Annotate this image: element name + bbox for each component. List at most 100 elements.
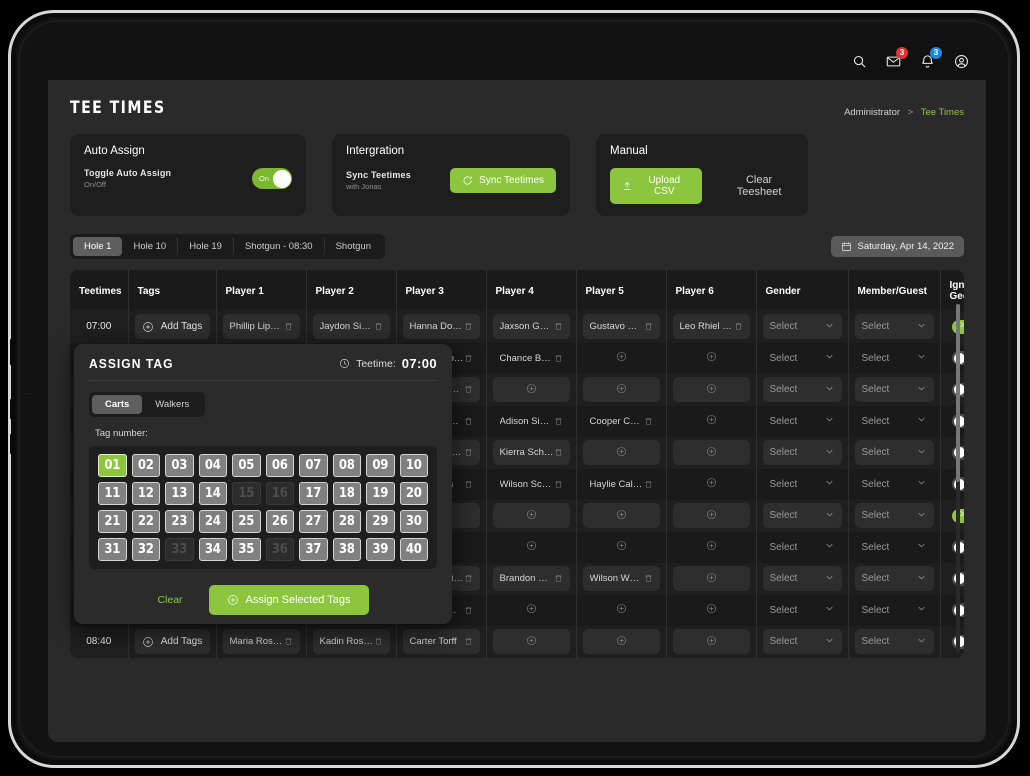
add-tags-button[interactable]: Add Tags	[134, 629, 210, 655]
delete-player-icon[interactable]	[554, 353, 563, 364]
delete-player-icon[interactable]	[464, 479, 473, 490]
gender-select[interactable]: Select	[762, 503, 842, 529]
player-cell[interactable]: Kadin Rosser	[312, 629, 390, 655]
tag-button-37[interactable]: 37	[299, 538, 328, 561]
delete-player-icon[interactable]	[464, 321, 473, 332]
tag-button-31[interactable]: 31	[98, 538, 127, 561]
table-vertical-scrollbar[interactable]	[956, 304, 960, 652]
mail-icon[interactable]: 3	[884, 47, 908, 70]
delete-player-icon[interactable]	[644, 321, 653, 332]
tag-button-10[interactable]: 10	[399, 454, 428, 477]
tag-button-38[interactable]: 38	[332, 538, 361, 561]
gender-select[interactable]: Select	[763, 535, 842, 560]
add-player-button[interactable]	[673, 472, 750, 497]
member-guest-select[interactable]: Select	[854, 503, 934, 529]
add-tags-button[interactable]: Add Tags	[134, 314, 210, 340]
tag-button-24[interactable]: 24	[198, 510, 227, 533]
delete-player-icon[interactable]	[374, 321, 383, 332]
delete-player-icon[interactable]	[464, 573, 473, 584]
tag-button-11[interactable]: 11	[98, 482, 127, 505]
member-guest-select[interactable]: Select	[855, 346, 934, 371]
player-cell[interactable]: Kierra Schleifer	[492, 440, 570, 466]
delete-player-icon[interactable]	[554, 479, 563, 490]
tag-button-30[interactable]: 30	[399, 510, 428, 533]
tag-button-01[interactable]: 01	[98, 454, 127, 477]
tag-button-06[interactable]: 06	[265, 454, 294, 477]
tag-button-25[interactable]: 25	[232, 510, 261, 533]
tag-button-19[interactable]: 19	[366, 482, 395, 505]
player-cell[interactable]: Chance Bator	[493, 346, 570, 371]
player-cell[interactable]: Phillip Lipshutz	[222, 314, 300, 340]
gender-select[interactable]: Select	[763, 409, 842, 434]
breadcrumb-root[interactable]: Administrator	[844, 107, 900, 118]
player-cell[interactable]: Gustavo Dorwart	[582, 314, 660, 340]
add-player-button[interactable]	[583, 535, 660, 560]
add-player-button[interactable]	[493, 535, 570, 560]
delete-player-icon[interactable]	[554, 321, 563, 332]
tag-button-02[interactable]: 02	[131, 454, 160, 477]
player-cell[interactable]: Wilson Westervelt	[582, 566, 660, 592]
tag-button-20[interactable]: 20	[399, 482, 428, 505]
tag-button-22[interactable]: 22	[131, 510, 160, 533]
tag-button-05[interactable]: 05	[232, 454, 261, 477]
add-player-button[interactable]	[492, 629, 570, 655]
add-player-button[interactable]	[583, 346, 660, 371]
delete-player-icon[interactable]	[464, 384, 473, 395]
player-cell[interactable]: Carter Torff	[402, 629, 480, 655]
add-player-button[interactable]	[673, 346, 750, 371]
tag-button-35[interactable]: 35	[232, 538, 261, 561]
delete-player-icon[interactable]	[284, 321, 293, 332]
delete-player-icon[interactable]	[554, 416, 563, 427]
add-player-button[interactable]	[582, 629, 660, 655]
player-cell[interactable]: Brandon Korsgaa..	[492, 566, 570, 592]
tag-button-26[interactable]: 26	[265, 510, 294, 533]
tag-button-09[interactable]: 09	[366, 454, 395, 477]
add-player-button[interactable]	[582, 503, 660, 529]
tag-button-13[interactable]: 13	[165, 482, 194, 505]
add-player-button[interactable]	[583, 598, 660, 623]
tag-button-18[interactable]: 18	[332, 482, 361, 505]
member-guest-select[interactable]: Select	[855, 535, 934, 560]
date-picker[interactable]: Saturday, Apr 14, 2022	[830, 236, 964, 257]
tag-button-07[interactable]: 07	[299, 454, 328, 477]
sync-teetimes-button[interactable]: Sync Teetimes	[450, 168, 556, 193]
delete-player-icon[interactable]	[374, 636, 383, 647]
member-guest-select[interactable]: Select	[854, 566, 934, 592]
gender-select[interactable]: Select	[762, 629, 842, 655]
scrollbar-thumb[interactable]	[956, 304, 960, 482]
add-player-button[interactable]	[672, 377, 750, 403]
gender-select[interactable]: Select	[762, 314, 842, 340]
delete-player-icon[interactable]	[554, 447, 563, 458]
add-player-button[interactable]	[672, 566, 750, 592]
bell-icon[interactable]: 3	[918, 47, 942, 70]
delete-player-icon[interactable]	[464, 353, 473, 364]
add-player-button[interactable]	[673, 598, 750, 623]
add-player-button[interactable]	[582, 377, 660, 403]
tag-button-27[interactable]: 27	[299, 510, 328, 533]
hole-tab-1[interactable]: Hole 10	[122, 237, 179, 256]
add-player-button[interactable]	[492, 503, 570, 529]
gender-select[interactable]: Select	[763, 598, 842, 623]
tag-button-29[interactable]: 29	[366, 510, 395, 533]
tag-button-32[interactable]: 32	[131, 538, 160, 561]
member-guest-select[interactable]: Select	[855, 598, 934, 623]
tag-button-39[interactable]: 39	[366, 538, 395, 561]
tag-type-segment-1[interactable]: Walkers	[142, 395, 202, 414]
player-cell[interactable]: Cooper Curtis	[583, 409, 660, 434]
clear-teesheet-button[interactable]: Clear Teesheet	[724, 174, 794, 198]
tag-button-23[interactable]: 23	[165, 510, 194, 533]
assign-selected-tags-button[interactable]: Assign Selected Tags	[208, 585, 369, 615]
tag-type-segment-0[interactable]: Carts	[92, 395, 143, 414]
member-guest-select[interactable]: Select	[855, 472, 934, 497]
delete-player-icon[interactable]	[284, 636, 293, 647]
delete-player-icon[interactable]	[464, 416, 473, 427]
gender-select[interactable]: Select	[762, 440, 842, 466]
volume-button-2[interactable]	[10, 398, 15, 420]
member-guest-select[interactable]: Select	[854, 629, 934, 655]
add-player-button[interactable]	[493, 598, 570, 623]
player-cell[interactable]: Haylie Calzoni	[583, 472, 660, 497]
gender-select[interactable]: Select	[763, 346, 842, 371]
tag-button-14[interactable]: 14	[198, 482, 227, 505]
member-guest-select[interactable]: Select	[854, 314, 934, 340]
auto-assign-toggle[interactable]: On	[252, 168, 292, 189]
